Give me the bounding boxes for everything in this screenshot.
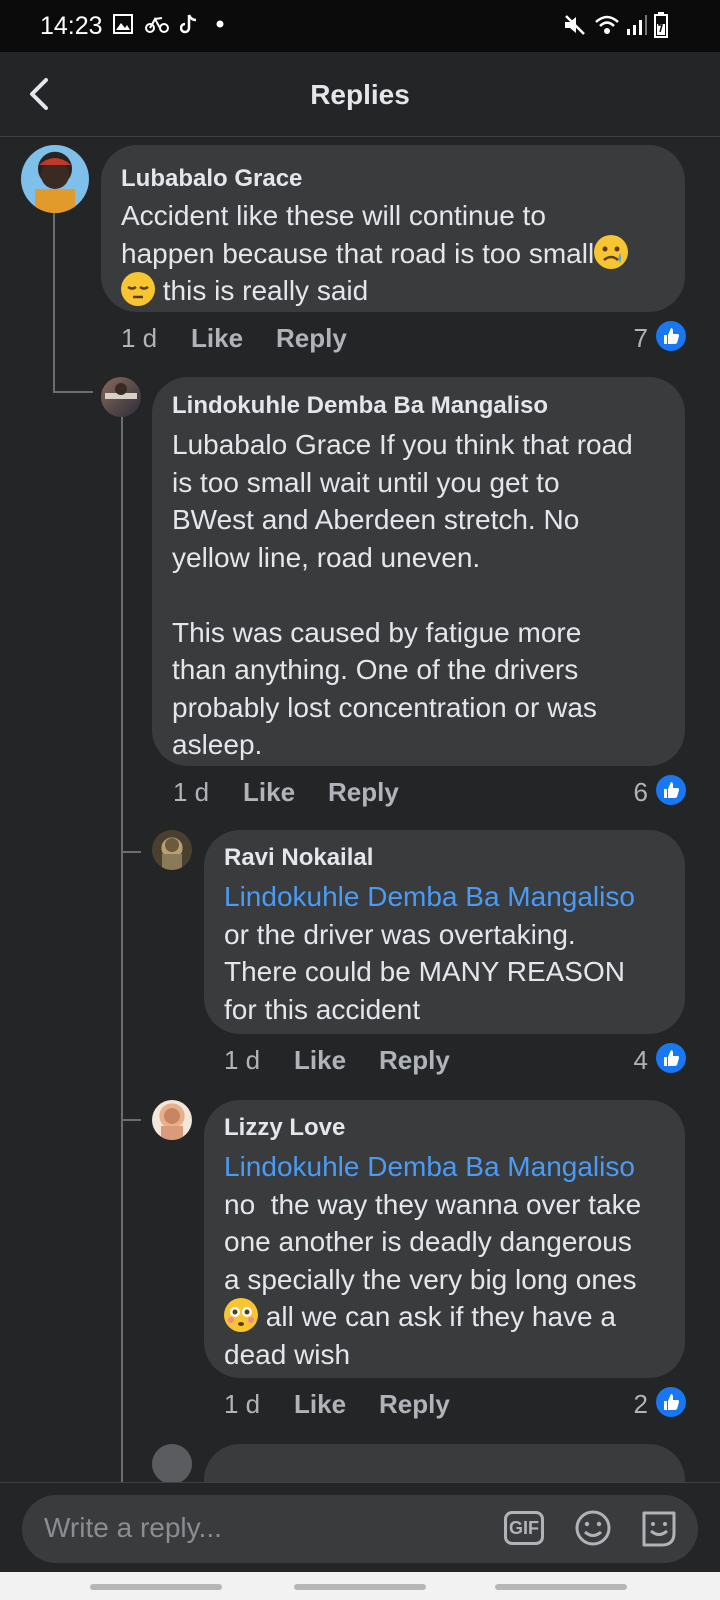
thumbs-up-icon [656, 321, 686, 351]
mute-icon [565, 15, 585, 35]
comment-author[interactable]: Ravi Nokailal [224, 844, 665, 872]
like-count: 7 [633, 323, 648, 353]
comment-bubble[interactable]: Lindokuhle Demba Ba Mangaliso Lubabalo G… [152, 377, 685, 766]
sticker-icon[interactable] [638, 1507, 680, 1551]
thread-connector [53, 391, 93, 393]
thread-line [121, 407, 123, 1482]
avatar-photo [162, 838, 182, 870]
mention-link[interactable]: Lindokuhle Demba Ba Mangaliso [224, 878, 665, 916]
page-title: Replies [310, 79, 410, 110]
thread-connector [121, 1119, 141, 1121]
reply-composer: Write a reply... GIF [0, 1482, 720, 1573]
smiley-icon[interactable] [574, 1509, 612, 1547]
thread-line [53, 213, 55, 393]
status-time: 14:23 [40, 12, 103, 40]
thumbs-up-icon [656, 1387, 686, 1417]
replies-header: Replies [0, 52, 720, 137]
status-bar: 14:23 [0, 0, 720, 52]
comment-author[interactable]: Lindokuhle Demba Ba Mangaliso [172, 392, 665, 420]
comment-bubble[interactable]: Lubabalo Grace Accident like these will … [101, 145, 685, 312]
crying-face-emoji [594, 234, 629, 269]
comment-author[interactable]: Lubabalo Grace [121, 165, 665, 193]
reply-button[interactable]: Reply [276, 323, 347, 354]
battery-icon [654, 12, 668, 38]
comment-text: or the driver was overtaking. There coul… [224, 918, 625, 1025]
comment-actions: 1 d Like Reply [224, 1389, 524, 1425]
avatar[interactable] [152, 1100, 192, 1140]
comment-actions: 1 d Like Reply [173, 777, 473, 813]
gallery-icon [113, 14, 133, 34]
reply-input[interactable]: Write a reply... GIF [22, 1495, 698, 1563]
home-button[interactable] [294, 1584, 426, 1590]
avatar[interactable] [152, 830, 192, 870]
replies-thread: Lubabalo Grace Accident like these will … [0, 137, 720, 1482]
recents-button[interactable] [90, 1584, 222, 1590]
comment-age: 1 d [224, 1389, 261, 1419]
avatar[interactable] [152, 1444, 192, 1482]
avatar-photo [105, 383, 137, 399]
like-count: 4 [633, 1045, 648, 1075]
avatar[interactable] [101, 377, 141, 417]
comment-age: 1 d [224, 1045, 261, 1075]
reaction-count[interactable]: 7 [600, 321, 686, 355]
comment-bubble[interactable] [204, 1444, 685, 1482]
signal-icon [627, 15, 647, 35]
like-button[interactable]: Like [191, 323, 243, 354]
pensive-face-emoji [121, 272, 155, 306]
thumbs-up-icon [656, 1043, 686, 1073]
reaction-count[interactable]: 4 [600, 1043, 686, 1077]
reaction-count[interactable]: 2 [600, 1387, 686, 1421]
comment-age: 1 d [173, 777, 210, 807]
comment-actions: 1 d Like Reply [224, 1045, 524, 1081]
thumbs-up-icon [656, 775, 686, 805]
bike-icon [145, 16, 169, 33]
comment-actions: 1 d Like Reply [121, 323, 421, 359]
reply-button[interactable]: Reply [379, 1389, 450, 1420]
comment-author[interactable]: Lizzy Love [224, 1114, 665, 1142]
like-button[interactable]: Like [294, 1045, 346, 1076]
avatar[interactable] [21, 145, 89, 213]
comment-age: 1 d [121, 323, 158, 353]
back-button[interactable] [495, 1584, 627, 1590]
reply-button[interactable]: Reply [328, 777, 399, 808]
like-count: 6 [633, 777, 648, 807]
tiktok-icon [180, 14, 197, 34]
avatar-photo [161, 1108, 183, 1140]
like-button[interactable]: Like [294, 1389, 346, 1420]
comment-text: Lubabalo Grace If you think that road is… [172, 429, 633, 760]
dot-icon [216, 20, 224, 28]
comment-text: Accident like these will continue to hap… [121, 197, 665, 310]
gif-button[interactable]: GIF [504, 1511, 544, 1545]
reply-placeholder: Write a reply... [44, 1512, 222, 1543]
avatar-photo [35, 158, 75, 213]
reaction-count[interactable]: 6 [600, 775, 686, 809]
reply-button[interactable]: Reply [379, 1045, 450, 1076]
comment-bubble[interactable]: Lizzy Love Lindokuhle Demba Ba Mangaliso… [204, 1100, 685, 1378]
like-button[interactable]: Like [243, 777, 295, 808]
system-nav-bar [0, 1572, 720, 1600]
thread-connector [121, 851, 141, 853]
mention-link[interactable]: Lindokuhle Demba Ba Mangaliso [224, 1148, 665, 1186]
comment-text: no the way they wanna over take one anot… [224, 1188, 642, 1370]
wifi-icon [595, 15, 619, 34]
like-count: 2 [633, 1389, 648, 1419]
flushed-face-emoji [224, 1298, 258, 1332]
comment-bubble[interactable]: Ravi Nokailal Lindokuhle Demba Ba Mangal… [204, 830, 685, 1034]
